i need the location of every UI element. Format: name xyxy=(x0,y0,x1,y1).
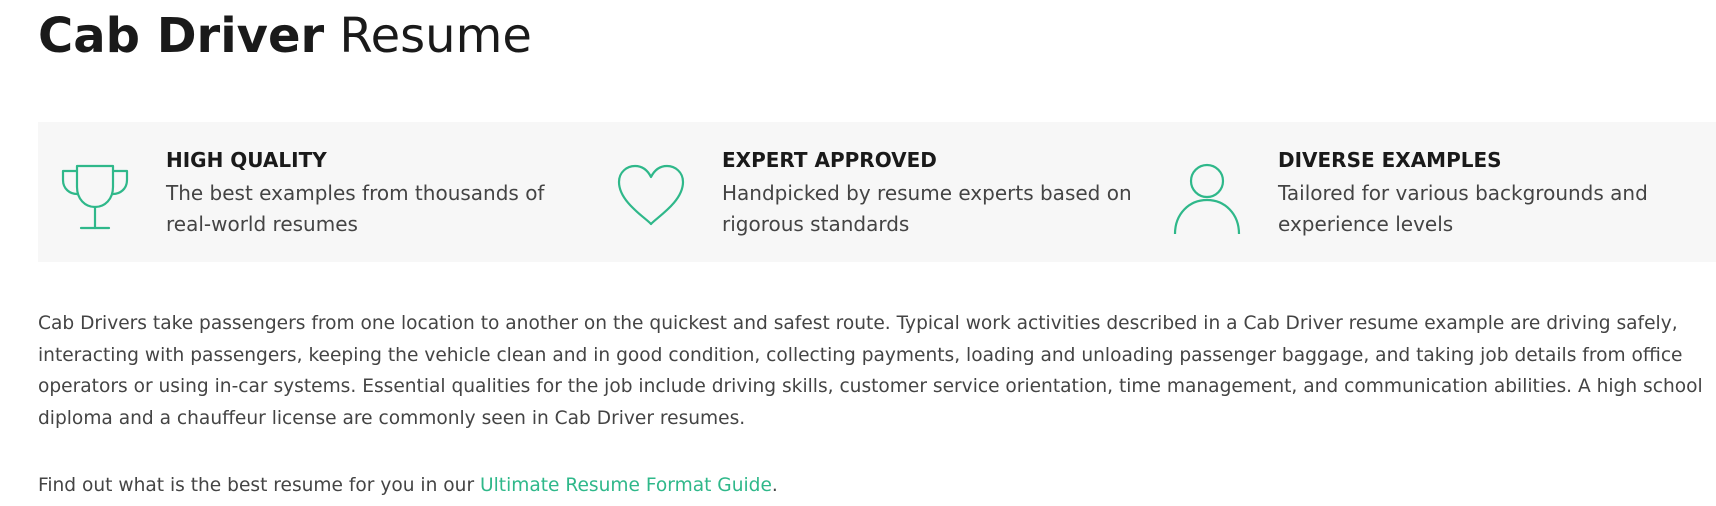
feature-description: Handpicked by resume experts based on ri… xyxy=(722,181,1132,236)
trophy-icon xyxy=(60,162,130,234)
resume-format-guide-link[interactable]: Ultimate Resume Format Guide xyxy=(480,475,772,496)
intro-paragraph: Cab Drivers take passengers from one loc… xyxy=(38,313,1703,429)
guide-prefix: Find out what is the best resume for you… xyxy=(38,475,481,496)
feature-title: EXPERT APPROVED xyxy=(722,148,937,172)
feature-high-quality: HIGH QUALITY The best examples from thou… xyxy=(38,122,594,262)
heart-icon xyxy=(616,162,686,234)
guide-sentence: Find out what is the best resume for you… xyxy=(38,470,778,501)
feature-title: DIVERSE EXAMPLES xyxy=(1278,148,1502,172)
page-title-regular: Resume xyxy=(324,8,532,64)
feature-title: HIGH QUALITY xyxy=(166,148,327,172)
feature-diverse-examples: DIVERSE EXAMPLES Tailored for various ba… xyxy=(1150,122,1716,262)
page-title: Cab Driver Resume xyxy=(38,6,532,66)
guide-suffix: . xyxy=(771,475,778,496)
feature-description: Tailored for various backgrounds and exp… xyxy=(1278,181,1648,236)
person-icon xyxy=(1172,162,1242,234)
page-title-bold: Cab Driver xyxy=(38,8,325,64)
feature-description: The best examples from thousands of real… xyxy=(166,181,545,236)
features-panel: HIGH QUALITY The best examples from thou… xyxy=(38,122,1716,262)
feature-expert-approved: EXPERT APPROVED Handpicked by resume exp… xyxy=(594,122,1150,262)
